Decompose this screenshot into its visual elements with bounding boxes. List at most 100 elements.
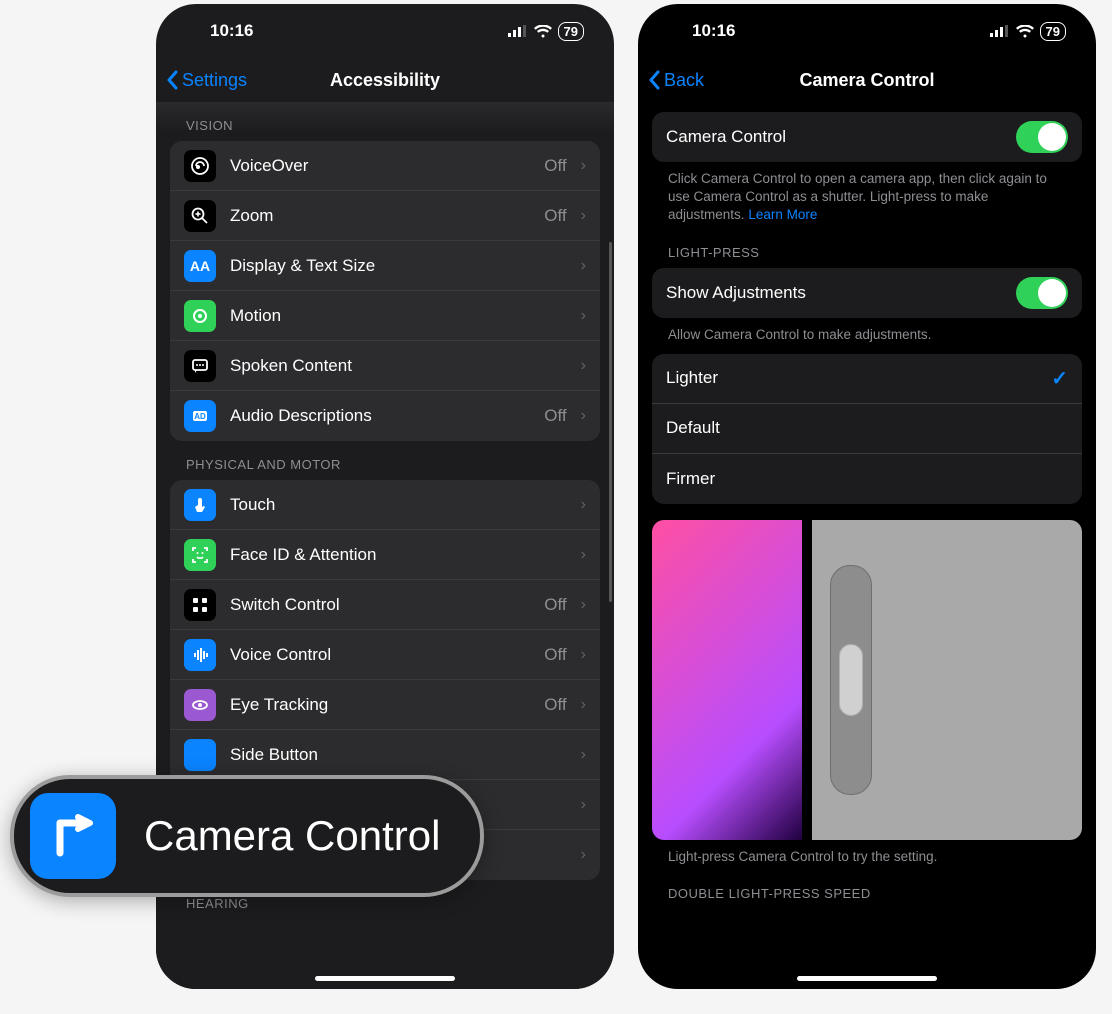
back-button-settings[interactable]: Settings: [166, 70, 247, 91]
phone-camera-control: 10:16 79 Back Camera Control Camera Cont…: [638, 4, 1096, 989]
preview-caption: Light-press Camera Control to try the se…: [652, 840, 1082, 870]
back-label: Back: [664, 70, 704, 91]
content-scroll[interactable]: Camera Control Click Camera Control to o…: [638, 102, 1096, 989]
row-zoom[interactable]: Zoom Off ›: [170, 191, 600, 241]
row-label: Zoom: [230, 206, 530, 226]
preview-screen-pane: [652, 520, 802, 840]
status-bar: 10:16 79: [638, 4, 1096, 58]
section-header-physical: PHYSICAL AND MOTOR: [170, 441, 600, 480]
text-size-icon: AA: [184, 250, 216, 282]
callout-label: Camera Control: [144, 812, 440, 860]
chevron-right-icon: ›: [581, 357, 586, 375]
switch-control-icon: [184, 589, 216, 621]
row-audio-descriptions[interactable]: AD Audio Descriptions Off ›: [170, 391, 600, 441]
show-adjustments-toggle[interactable]: [1016, 277, 1068, 309]
row-label: Camera Control: [666, 127, 1002, 147]
status-right: 79: [990, 22, 1066, 41]
chevron-right-icon: ›: [581, 796, 586, 814]
chevron-right-icon: ›: [581, 207, 586, 225]
row-faceid-attention[interactable]: Face ID & Attention ›: [170, 530, 600, 580]
row-value: Off: [544, 645, 566, 665]
row-label: Spoken Content: [230, 356, 567, 376]
row-label: Eye Tracking: [230, 695, 530, 715]
row-motion[interactable]: Motion ›: [170, 291, 600, 341]
row-label: Firmer: [666, 469, 1068, 489]
row-label: Show Adjustments: [666, 283, 1002, 303]
row-voiceover[interactable]: VoiceOver Off ›: [170, 141, 600, 191]
chevron-right-icon: ›: [581, 646, 586, 664]
checkmark-icon: ✓: [1051, 366, 1068, 391]
row-switch-control[interactable]: Switch Control Off ›: [170, 580, 600, 630]
chevron-left-icon: [166, 70, 178, 90]
row-option-default[interactable]: Default: [652, 404, 1082, 454]
camera-control-toggle[interactable]: [1016, 121, 1068, 153]
row-value: Off: [544, 695, 566, 715]
group-vision: VoiceOver Off › Zoom Off › AA Display & …: [170, 141, 600, 441]
battery-indicator: 79: [558, 22, 584, 41]
row-camera-control-toggle[interactable]: Camera Control: [652, 112, 1082, 162]
row-voice-control[interactable]: Voice Control Off ›: [170, 630, 600, 680]
row-eye-tracking[interactable]: Eye Tracking Off ›: [170, 680, 600, 730]
nav-bar: Back Camera Control: [638, 58, 1096, 102]
voiceover-icon: [184, 150, 216, 182]
nav-bar: Settings Accessibility: [156, 58, 614, 102]
row-side-button[interactable]: Side Button ›: [170, 730, 600, 780]
section-header-double-press: DOUBLE LIGHT-PRESS SPEED: [652, 870, 1082, 909]
row-label: Touch: [230, 495, 567, 515]
row-label: Motion: [230, 306, 567, 326]
home-indicator[interactable]: [315, 976, 455, 981]
row-label: Side Button: [230, 745, 567, 765]
battery-indicator: 79: [1040, 22, 1066, 41]
learn-more-link[interactable]: Learn More: [748, 207, 817, 222]
wifi-icon: [534, 25, 552, 38]
group-camera-control: Camera Control: [652, 112, 1082, 162]
voice-control-icon: [184, 639, 216, 671]
zoom-icon: [184, 200, 216, 232]
chevron-right-icon: ›: [581, 596, 586, 614]
motion-icon: [184, 300, 216, 332]
press-preview: [652, 520, 1082, 840]
home-indicator[interactable]: [797, 976, 937, 981]
camera-control-footer: Click Camera Control to open a camera ap…: [652, 162, 1082, 229]
row-option-firmer[interactable]: Firmer: [652, 454, 1082, 504]
chevron-right-icon: ›: [581, 257, 586, 275]
chevron-right-icon: ›: [581, 496, 586, 514]
row-label: VoiceOver: [230, 156, 530, 176]
row-label: Face ID & Attention: [230, 545, 567, 565]
chevron-right-icon: ›: [581, 307, 586, 325]
chevron-right-icon: ›: [581, 407, 586, 425]
adjust-footer: Allow Camera Control to make adjustments…: [652, 318, 1082, 348]
row-spoken-content[interactable]: Spoken Content ›: [170, 341, 600, 391]
row-label: Default: [666, 418, 1068, 438]
row-value: Off: [544, 406, 566, 426]
row-value: Off: [544, 206, 566, 226]
cellular-icon: [508, 25, 528, 37]
status-right: 79: [508, 22, 584, 41]
chevron-right-icon: ›: [581, 157, 586, 175]
preview-side-pane: [812, 520, 1082, 840]
row-touch[interactable]: Touch ›: [170, 480, 600, 530]
camera-control-button-graphic: [830, 565, 872, 795]
chevron-left-icon: [648, 70, 660, 90]
status-bar: 10:16 79: [156, 4, 614, 58]
chevron-right-icon: ›: [581, 846, 586, 864]
status-time: 10:16: [210, 21, 253, 41]
side-button-icon: [184, 739, 216, 771]
back-button[interactable]: Back: [648, 70, 704, 91]
row-option-lighter[interactable]: Lighter ✓: [652, 354, 1082, 404]
row-value: Off: [544, 595, 566, 615]
eye-tracking-icon: [184, 689, 216, 721]
back-label: Settings: [182, 70, 247, 91]
footer-text: Click Camera Control to open a camera ap…: [668, 171, 1047, 222]
chevron-right-icon: ›: [581, 746, 586, 764]
camera-control-icon: [30, 793, 116, 879]
svg-text:AD: AD: [194, 412, 206, 421]
row-display-text-size[interactable]: AA Display & Text Size ›: [170, 241, 600, 291]
wifi-icon: [1016, 25, 1034, 38]
row-label: Lighter: [666, 368, 1037, 388]
row-show-adjustments[interactable]: Show Adjustments: [652, 268, 1082, 318]
callout-camera-control: Camera Control: [10, 775, 484, 897]
scroll-indicator[interactable]: [609, 242, 612, 602]
face-id-icon: [184, 539, 216, 571]
chevron-right-icon: ›: [581, 696, 586, 714]
